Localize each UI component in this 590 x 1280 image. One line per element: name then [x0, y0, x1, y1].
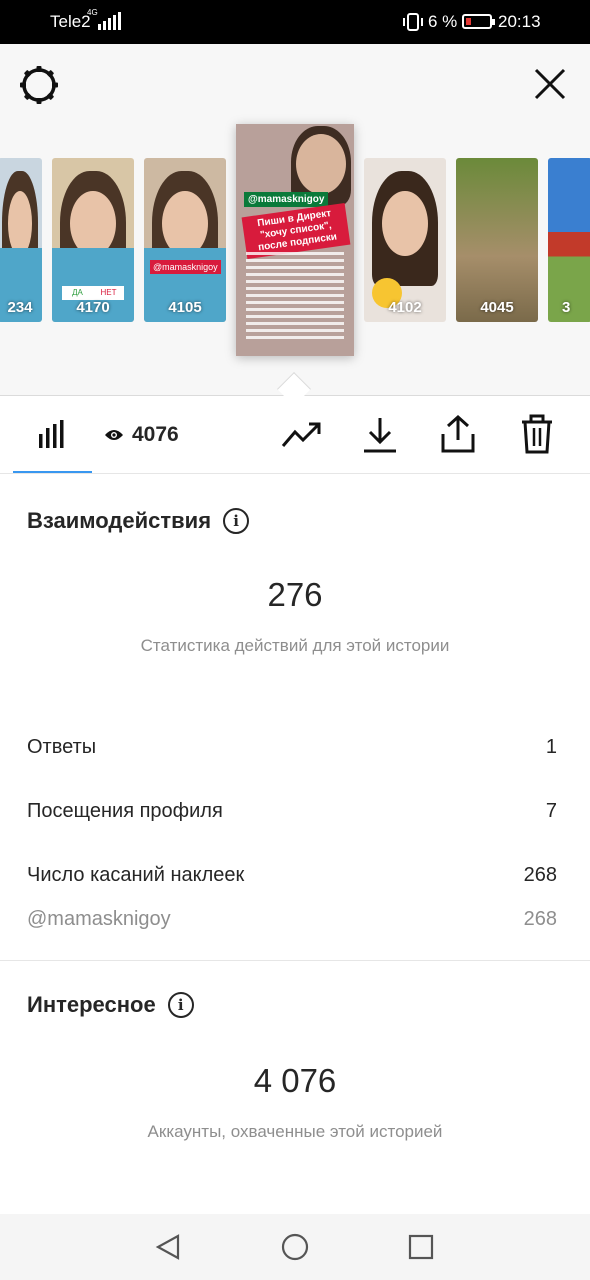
stat-label: @mamasknigoy: [27, 908, 171, 930]
story-view-count: 234: [7, 299, 33, 316]
interactions-header: Взаимодействия i: [27, 508, 250, 534]
mention-sticker: @mamasknigoy: [150, 259, 221, 274]
recents-icon[interactable]: [406, 1232, 436, 1262]
share-icon[interactable]: [440, 414, 476, 454]
stat-row-replies: Ответы 1: [27, 736, 557, 759]
trend-up-icon[interactable]: [281, 418, 323, 450]
selected-story-thumbnail[interactable]: @mamasknigoy Пиши в Директ "хочу список"…: [236, 124, 354, 356]
story-toolbar: 4076: [0, 396, 590, 474]
story-text-block: [246, 252, 344, 342]
download-icon[interactable]: [362, 416, 398, 454]
clock: 20:13: [498, 12, 541, 31]
interactions-title: Взаимодействия: [27, 508, 212, 533]
story-view-count: 4102: [388, 299, 422, 316]
signal-icon: [98, 12, 121, 30]
eye-icon: [105, 430, 123, 440]
poll-sticker: ДА НЕТ: [62, 286, 124, 300]
story-headline: Пиши в Директ "хочу список", после подпи…: [241, 202, 351, 260]
poll-yes: ДА: [72, 288, 83, 297]
status-bar: Tele2 4G 6 % 20:13: [0, 0, 590, 44]
story-view-count: 4045: [480, 299, 514, 316]
discovery-header: Интересное i: [27, 992, 194, 1018]
interactions-subtitle: Статистика действий для этой истории: [140, 636, 450, 655]
vibrate-icon: [403, 13, 423, 31]
insights-bars-icon[interactable]: [36, 418, 68, 450]
stat-row-sticker-taps: Число касаний наклеек 268: [27, 864, 557, 887]
settings-gear-icon[interactable]: [18, 64, 60, 106]
story-view-count: 4170: [76, 299, 110, 316]
stat-value: 1: [545, 736, 557, 758]
story-thumbnail[interactable]: ДА НЕТ 4170: [52, 158, 134, 322]
interactions-total: 276: [267, 576, 323, 613]
views-count-value: 4076: [132, 423, 179, 446]
close-icon[interactable]: [532, 66, 568, 102]
network-type: 4G: [87, 8, 98, 17]
active-tab-indicator: [13, 471, 92, 473]
story-thumbnail[interactable]: 4045: [456, 158, 538, 322]
stat-value: 268: [523, 908, 557, 930]
discovery-total: 4 076: [253, 1062, 337, 1099]
stat-value: 268: [523, 864, 557, 886]
info-icon[interactable]: i: [223, 508, 250, 534]
trash-icon[interactable]: [520, 414, 554, 454]
system-nav-bar: [0, 1214, 590, 1280]
views-count[interactable]: 4076: [104, 423, 179, 447]
poll-no: НЕТ: [100, 288, 117, 297]
home-icon[interactable]: [280, 1232, 310, 1262]
stat-row-profile-visits: Посещения профиля 7: [27, 800, 557, 823]
stat-row-mention[interactable]: @mamasknigoy 268: [27, 908, 557, 931]
info-icon[interactable]: i: [167, 992, 194, 1018]
section-divider: [0, 960, 590, 961]
story-thumbnail[interactable]: 234: [0, 158, 42, 322]
story-thumbnail[interactable]: 4102: [364, 158, 446, 322]
stat-label: Число касаний наклеек: [27, 864, 245, 886]
stat-value: 7: [545, 800, 557, 822]
story-view-count: 3: [562, 299, 571, 316]
battery-icon: [462, 14, 495, 29]
stat-label: Посещения профиля: [27, 800, 223, 822]
story-thumbnail[interactable]: 3: [548, 158, 590, 322]
carrier-name: Tele2: [50, 12, 91, 31]
battery-percent: 6 %: [428, 12, 458, 31]
mention-sticker: @mamasknigoy: [244, 192, 329, 207]
discovery-title: Интересное: [27, 992, 156, 1017]
discovery-subtitle: Аккаунты, охваченные этой историей: [147, 1122, 443, 1141]
story-thumbnail[interactable]: @mamasknigoy 4105: [144, 158, 226, 322]
story-strip: 234 ДА НЕТ 4170 @mamasknigoy 4105 @mamas…: [0, 44, 590, 406]
stat-label: Ответы: [27, 736, 97, 758]
story-view-count: 4105: [168, 299, 202, 316]
back-icon[interactable]: [154, 1232, 184, 1262]
